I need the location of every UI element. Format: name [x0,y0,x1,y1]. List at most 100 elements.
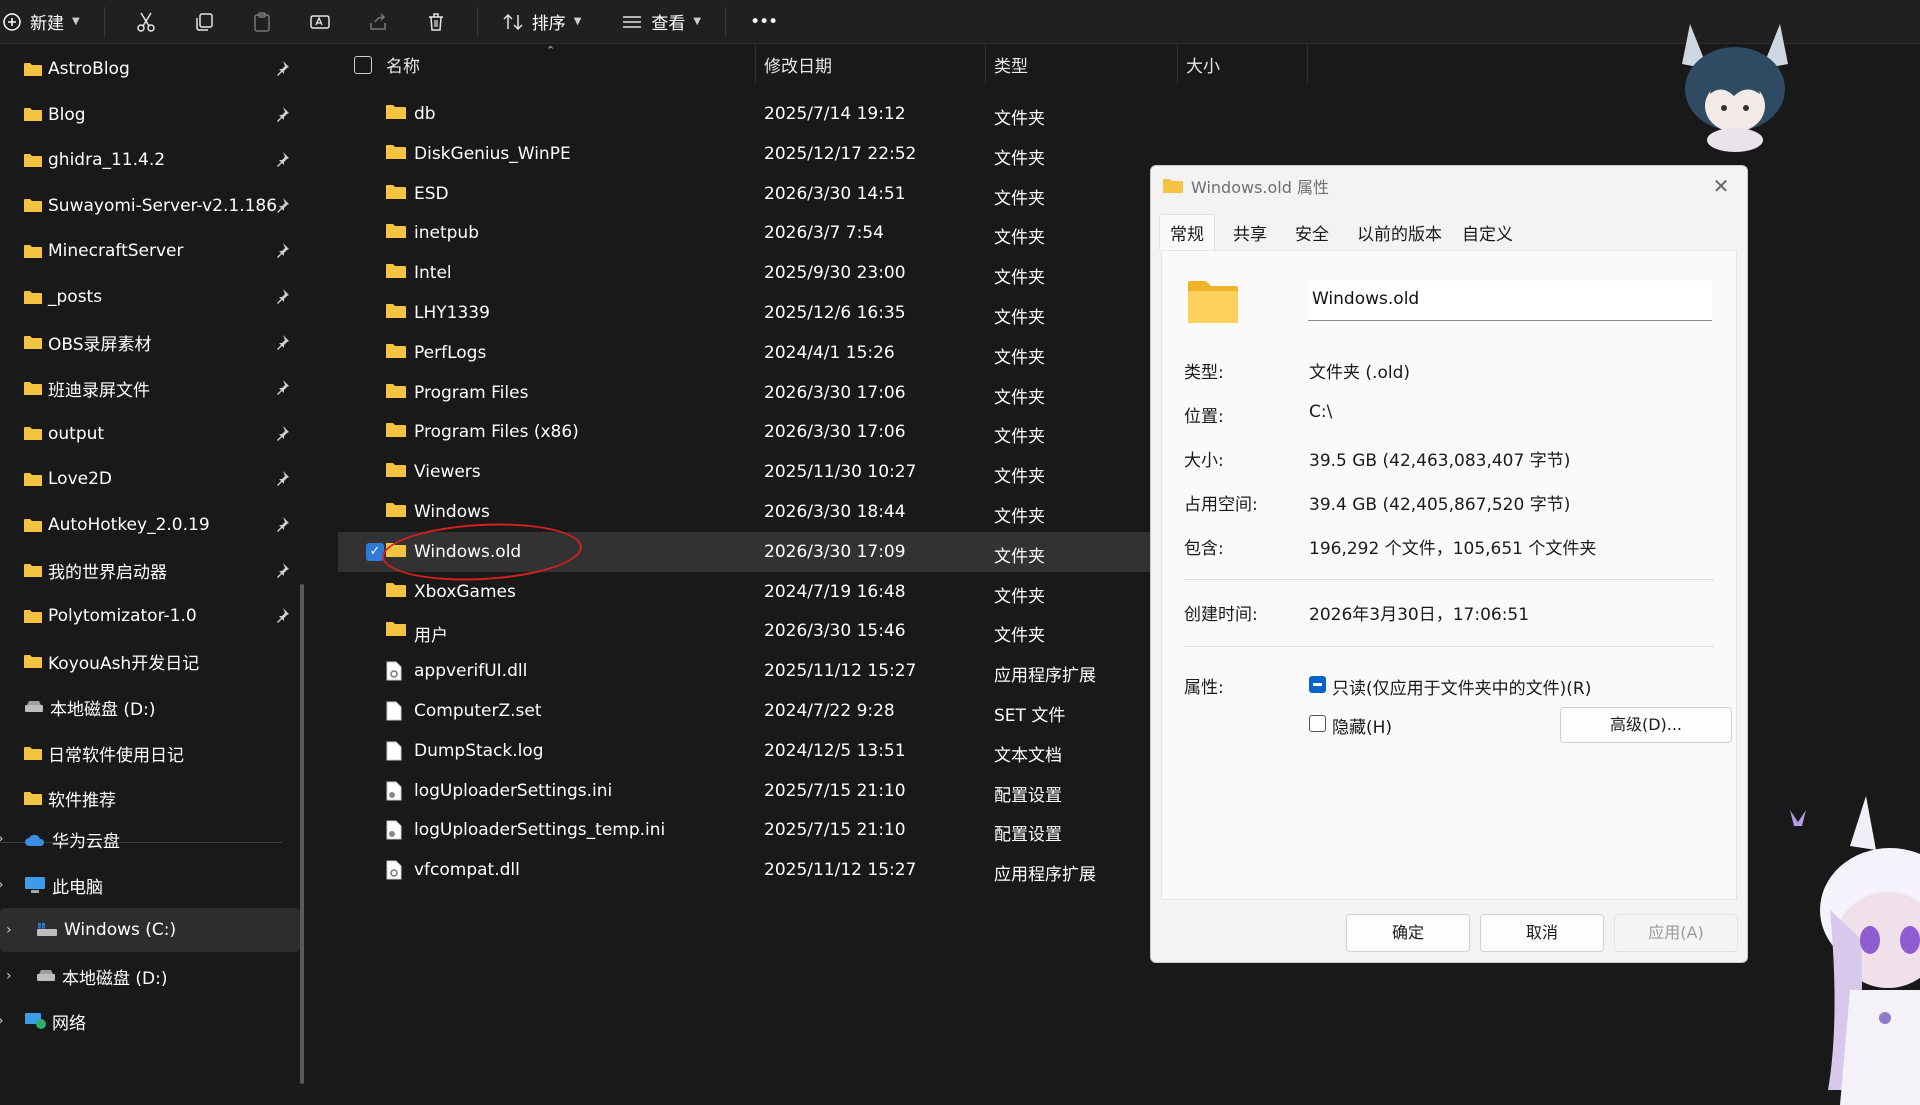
sidebar-item-label: Polytomizator-1.0 [48,606,197,627]
hidden-checkbox[interactable] [1309,715,1326,732]
sidebar-item[interactable]: 本地磁盘 (D:) [0,685,300,729]
file-name: ESD [414,183,449,204]
sidebar-item[interactable]: AutoHotkey_2.0.19 [0,503,300,547]
file-name: PerfLogs [414,342,487,363]
folder-icon [24,472,42,486]
select-all-checkbox[interactable] [354,56,372,74]
apply-button[interactable]: 应用(A) [1614,914,1738,952]
cloud-icon [25,834,45,846]
chevron-right-icon[interactable]: › [6,922,12,938]
pin-icon [277,334,289,350]
sidebar-item[interactable]: Suwayomi-Server-v2.1.186 [0,184,300,228]
cut-button[interactable] [117,0,175,44]
column-header-name[interactable]: 名称 [378,44,756,84]
file-date: 2025/12/6 16:35 [764,303,906,323]
row-checkbox[interactable]: ✓ [366,542,384,561]
close-button[interactable]: ✕ [1709,174,1733,198]
sidebar-scrollbar[interactable] [300,584,304,1084]
tab-customize[interactable]: 自定义 [1452,214,1523,250]
folder-icon [1163,179,1183,193]
file-name: 用户 [414,626,448,647]
file-date: 2025/7/14 19:12 [764,104,906,124]
sort-button[interactable]: 排序 ▼ [490,0,594,44]
more-dots-icon: ••• [750,11,778,32]
advanced-button[interactable]: 高级(D)... [1560,707,1732,743]
folder-icon [24,427,42,441]
sidebar-item[interactable]: 日常软件使用日记 [0,731,300,775]
sidebar-item[interactable]: 我的世界启动器 [0,549,300,593]
tree-item[interactable]: › Windows (C:) [0,908,300,952]
pin-icon [277,471,289,487]
tab-security[interactable]: 安全 [1285,214,1339,250]
chevron-down-icon: ▼ [573,16,582,27]
new-button[interactable]: 新建 ▼ [0,0,92,44]
pin-icon [277,197,289,213]
sidebar-item[interactable]: KoyouAsh开发日记 [0,640,300,684]
sidebar-item[interactable]: AstroBlog [0,47,300,91]
folder-icon [386,105,406,119]
file-date: 2026/3/30 17:09 [764,541,906,562]
trash-icon [428,12,443,31]
folder-icon [386,184,406,199]
folder-icon [24,153,42,167]
sidebar-item[interactable]: ghidra_11.4.2 [0,138,300,182]
copy-button[interactable] [175,0,233,44]
sidebar-item[interactable]: OBS录屏素材 [0,321,300,365]
column-header-type[interactable]: 类型 [986,44,1178,84]
file-type: 文件夹 [994,507,1045,527]
paste-button[interactable] [233,0,291,44]
folder-icon [24,336,42,350]
sidebar-item[interactable]: Blog [0,93,300,137]
sidebar-item-label: 日常软件使用日记 [48,745,184,766]
properties-dialog: Windows.old 属性 ✕ 常规 共享 安全 以前的版本 自定义 Wind… [1150,165,1748,963]
pin-icon [277,608,289,624]
chevron-right-icon[interactable]: › [6,968,12,984]
column-header-date[interactable]: 修改日期 [756,44,986,84]
tab-previous-versions[interactable]: 以前的版本 [1347,214,1452,250]
tree-item[interactable]: › 本地磁盘 (D:) [0,954,300,998]
sidebar-item[interactable]: MinecraftServer [0,229,300,273]
ok-button[interactable]: 确定 [1346,914,1470,952]
file-date: 2025/11/12 15:27 [764,661,917,682]
sidebar-item[interactable]: Polytomizator-1.0 [0,594,300,638]
folder-icon [24,199,42,213]
folder-icon [386,144,406,159]
disk-size-value: 39.4 GB (42,405,867,520 字节) [1309,495,1571,515]
chevron-right-icon[interactable]: › [0,831,4,847]
plus-circle-icon [3,12,21,31]
tree-item[interactable]: › 华为云盘 [0,817,300,861]
tab-general[interactable]: 常规 [1159,214,1215,250]
cancel-button[interactable]: 取消 [1480,914,1604,952]
copy-icon [195,12,213,31]
more-options-button[interactable]: ••• [738,0,789,44]
sidebar-item-label: 本地磁盘 (D:) [50,699,156,720]
column-header-size[interactable]: 大小 [1178,44,1308,84]
sidebar-item-label: output [48,423,105,444]
chevron-right-icon[interactable]: › [0,877,4,893]
sidebar-item[interactable]: Love2D [0,457,300,501]
sidebar-item[interactable]: output [0,412,300,456]
readonly-checkbox[interactable] [1309,676,1326,693]
file-name: Windows.old [414,541,522,562]
share-button[interactable] [349,0,407,44]
folder-icon [24,381,42,395]
sidebar-item[interactable]: _posts [0,275,300,319]
file-name: Windows [414,502,490,522]
chevron-down-icon: ▼ [72,16,80,27]
dialog-title-bar[interactable]: Windows.old 属性 [1151,166,1747,206]
file-type: 文件夹 [994,347,1045,368]
sidebar-item[interactable]: 软件推荐 [0,777,300,821]
file-row[interactable]: db 2025/7/14 19:12 文件夹 [338,94,1468,134]
rename-button[interactable] [291,0,349,44]
delete-button[interactable] [407,0,465,44]
chevron-right-icon[interactable]: › [0,1013,4,1029]
tab-sharing[interactable]: 共享 [1223,214,1277,250]
tree-item[interactable]: › 网络 [0,999,300,1043]
view-button[interactable]: 查看 ▼ [609,0,713,44]
dialog-tabs: 常规 共享 安全 以前的版本 自定义 [1159,214,1523,250]
folder-name-input[interactable]: Windows.old [1308,281,1712,321]
sidebar-item[interactable]: 班迪录屏文件 [0,366,300,410]
tree-item[interactable]: › 此电脑 [0,863,300,907]
file-icon [386,701,402,721]
created-value: 2026年3月30日，17:06:51 [1309,605,1530,625]
